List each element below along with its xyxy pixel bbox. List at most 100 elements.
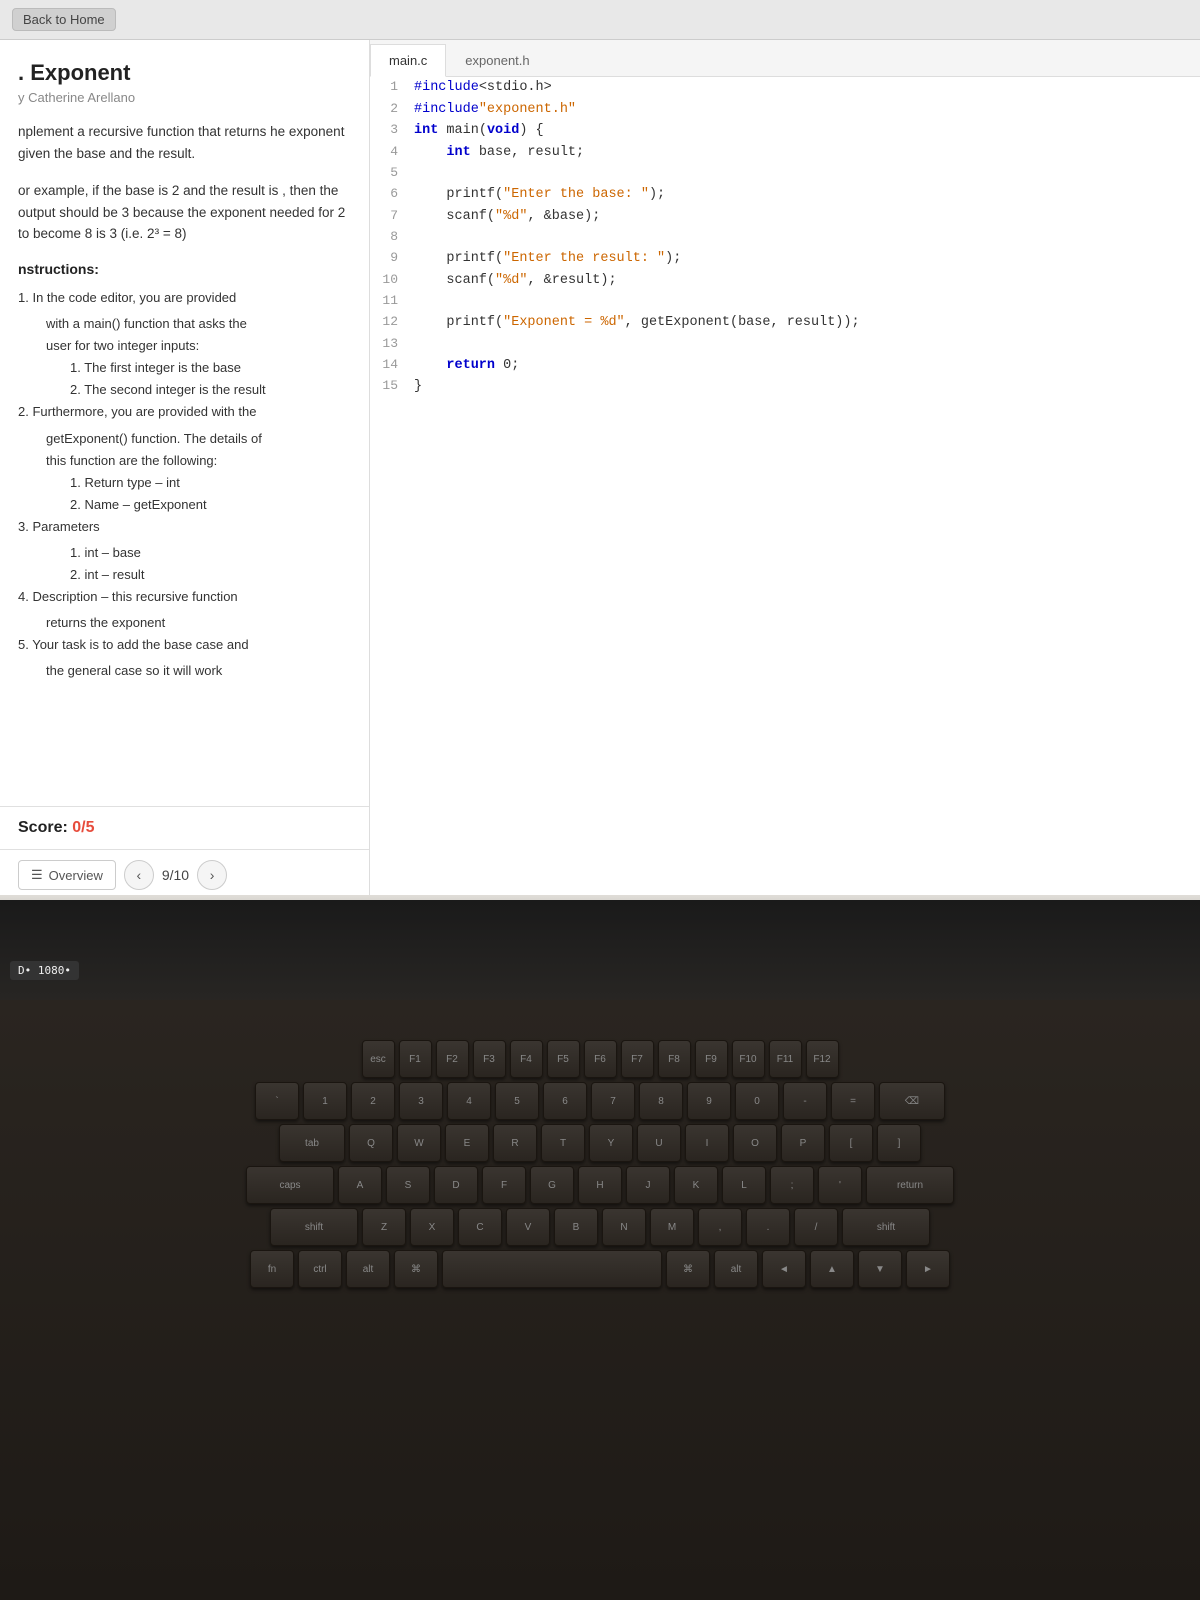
- key-l[interactable]: L: [722, 1166, 766, 1204]
- key-f5[interactable]: F5: [547, 1040, 580, 1078]
- key-quote[interactable]: ': [818, 1166, 862, 1204]
- line-code[interactable]: return 0;: [406, 355, 1200, 377]
- key-rbracket[interactable]: ]: [877, 1124, 921, 1162]
- key-f9[interactable]: F9: [695, 1040, 728, 1078]
- key-enter[interactable]: return: [866, 1166, 954, 1204]
- key-a[interactable]: A: [338, 1166, 382, 1204]
- line-code[interactable]: scanf("%d", &base);: [406, 206, 1200, 228]
- key-f8[interactable]: F8: [658, 1040, 691, 1078]
- line-code[interactable]: #include"exponent.h": [406, 99, 1200, 121]
- key-e[interactable]: E: [445, 1124, 489, 1162]
- tab-exponent-h[interactable]: exponent.h: [446, 44, 548, 76]
- key-period[interactable]: .: [746, 1208, 790, 1246]
- key-esc[interactable]: esc: [362, 1040, 395, 1078]
- key-semicolon[interactable]: ;: [770, 1166, 814, 1204]
- key-q[interactable]: Q: [349, 1124, 393, 1162]
- overview-button[interactable]: ☰ Overview: [18, 860, 116, 890]
- key-tab[interactable]: tab: [279, 1124, 345, 1162]
- key-backspace[interactable]: ⌫: [879, 1082, 945, 1120]
- key-1[interactable]: 1: [303, 1082, 347, 1120]
- key-n[interactable]: N: [602, 1208, 646, 1246]
- key-cmd-r[interactable]: ⌘: [666, 1250, 710, 1288]
- key-j[interactable]: J: [626, 1166, 670, 1204]
- key-g[interactable]: G: [530, 1166, 574, 1204]
- key-t[interactable]: T: [541, 1124, 585, 1162]
- key-9[interactable]: 9: [687, 1082, 731, 1120]
- key-f2[interactable]: F2: [436, 1040, 469, 1078]
- key-equals[interactable]: =: [831, 1082, 875, 1120]
- key-3[interactable]: 3: [399, 1082, 443, 1120]
- line-code[interactable]: printf("Exponent = %d", getExponent(base…: [406, 312, 1200, 334]
- key-f7[interactable]: F7: [621, 1040, 654, 1078]
- key-i[interactable]: I: [685, 1124, 729, 1162]
- key-up[interactable]: ▲: [810, 1250, 854, 1288]
- key-s[interactable]: S: [386, 1166, 430, 1204]
- key-b[interactable]: B: [554, 1208, 598, 1246]
- key-7[interactable]: 7: [591, 1082, 635, 1120]
- key-m[interactable]: M: [650, 1208, 694, 1246]
- key-left[interactable]: ◄: [762, 1250, 806, 1288]
- line-code[interactable]: [406, 334, 1200, 355]
- bottom-nav: ☰ Overview ‹ 9/10 ›: [0, 849, 369, 900]
- key-cmd[interactable]: ⌘: [394, 1250, 438, 1288]
- key-5[interactable]: 5: [495, 1082, 539, 1120]
- key-f6[interactable]: F6: [584, 1040, 617, 1078]
- key-w[interactable]: W: [397, 1124, 441, 1162]
- line-code[interactable]: int main(void) {: [406, 120, 1200, 142]
- line-code[interactable]: }: [406, 376, 1200, 398]
- prev-button[interactable]: ‹: [124, 860, 154, 890]
- line-code[interactable]: printf("Enter the result: ");: [406, 248, 1200, 270]
- key-slash[interactable]: /: [794, 1208, 838, 1246]
- key-p[interactable]: P: [781, 1124, 825, 1162]
- key-ctrl[interactable]: ctrl: [298, 1250, 342, 1288]
- key-lshift[interactable]: shift: [270, 1208, 358, 1246]
- key-f10[interactable]: F10: [732, 1040, 765, 1078]
- key-o[interactable]: O: [733, 1124, 777, 1162]
- key-backtick[interactable]: `: [255, 1082, 299, 1120]
- key-down[interactable]: ▼: [858, 1250, 902, 1288]
- key-comma[interactable]: ,: [698, 1208, 742, 1246]
- key-space[interactable]: [442, 1250, 662, 1288]
- key-f1[interactable]: F1: [399, 1040, 432, 1078]
- key-4[interactable]: 4: [447, 1082, 491, 1120]
- key-r[interactable]: R: [493, 1124, 537, 1162]
- key-alt-l[interactable]: alt: [346, 1250, 390, 1288]
- key-rshift[interactable]: shift: [842, 1208, 930, 1246]
- key-caps[interactable]: caps: [246, 1166, 334, 1204]
- line-code[interactable]: #include<stdio.h>: [406, 77, 1200, 99]
- key-k[interactable]: K: [674, 1166, 718, 1204]
- line-code[interactable]: scanf("%d", &result);: [406, 270, 1200, 292]
- key-2[interactable]: 2: [351, 1082, 395, 1120]
- line-code[interactable]: [406, 291, 1200, 312]
- key-z[interactable]: Z: [362, 1208, 406, 1246]
- key-x[interactable]: X: [410, 1208, 454, 1246]
- line-code[interactable]: printf("Enter the base: ");: [406, 184, 1200, 206]
- tab-main-c[interactable]: main.c: [370, 44, 446, 77]
- key-d[interactable]: D: [434, 1166, 478, 1204]
- line-code[interactable]: [406, 227, 1200, 248]
- line-code[interactable]: [406, 163, 1200, 184]
- key-f11[interactable]: F11: [769, 1040, 802, 1078]
- key-0[interactable]: 0: [735, 1082, 779, 1120]
- key-8[interactable]: 8: [639, 1082, 683, 1120]
- key-f[interactable]: F: [482, 1166, 526, 1204]
- next-button[interactable]: ›: [197, 860, 227, 890]
- key-y[interactable]: Y: [589, 1124, 633, 1162]
- back-button[interactable]: Back to Home: [12, 8, 116, 31]
- left-panel-scroll[interactable]: . Exponent y Catherine Arellano nplement…: [0, 40, 369, 806]
- key-u[interactable]: U: [637, 1124, 681, 1162]
- line-code[interactable]: int base, result;: [406, 142, 1200, 164]
- key-right[interactable]: ►: [906, 1250, 950, 1288]
- key-lbracket[interactable]: [: [829, 1124, 873, 1162]
- key-fn[interactable]: fn: [250, 1250, 294, 1288]
- code-area[interactable]: 1 #include<stdio.h> 2 #include"exponent.…: [370, 77, 1200, 900]
- key-f3[interactable]: F3: [473, 1040, 506, 1078]
- key-alt-r[interactable]: alt: [714, 1250, 758, 1288]
- key-h[interactable]: H: [578, 1166, 622, 1204]
- key-6[interactable]: 6: [543, 1082, 587, 1120]
- key-c[interactable]: C: [458, 1208, 502, 1246]
- key-f12[interactable]: F12: [806, 1040, 839, 1078]
- key-minus[interactable]: -: [783, 1082, 827, 1120]
- key-v[interactable]: V: [506, 1208, 550, 1246]
- key-f4[interactable]: F4: [510, 1040, 543, 1078]
